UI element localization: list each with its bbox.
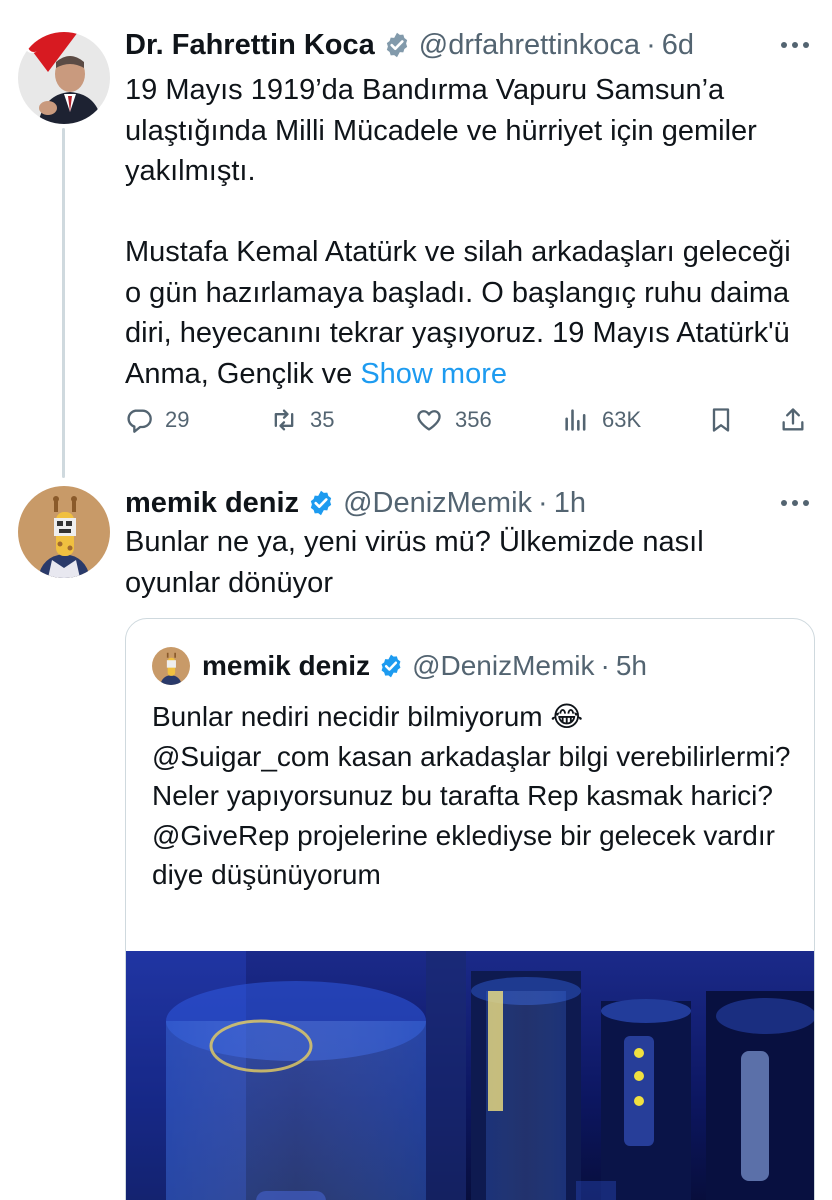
avatar xyxy=(152,647,190,685)
quoted-tweet[interactable]: memik deniz @DenizMemik · 5h Bunlar nedi… xyxy=(125,618,815,1200)
like-button[interactable]: 356 xyxy=(415,400,492,440)
author-handle[interactable]: @DenizMemik xyxy=(343,486,532,520)
tweet-header: Dr. Fahrettin Koca @drfahrettinkoca · 6d xyxy=(125,28,694,62)
tweet-memik-deniz[interactable]: memik deniz @DenizMemik · 1h Bunlar ne y… xyxy=(0,470,832,1200)
separator-dot: · xyxy=(600,650,610,681)
retweet-button[interactable]: 35 xyxy=(270,400,334,440)
author-name[interactable]: Dr. Fahrettin Koca xyxy=(125,28,375,62)
verified-badge-icon xyxy=(310,490,332,516)
tweet-header: memik deniz @DenizMemik · 1h xyxy=(125,486,586,520)
tweet-actions: 29 35 356 63K xyxy=(125,400,815,440)
tweet-paragraph: Mustafa Kemal Atatürk ve silah arkadaşla… xyxy=(125,232,805,394)
view-count: 63K xyxy=(602,407,642,432)
tweet-text: Bunlar ne ya, yeni virüs mü? Ülkemizde n… xyxy=(125,526,704,599)
show-more-link[interactable]: Show more xyxy=(360,358,507,390)
tweet-fahrettin-koca[interactable]: Dr. Fahrettin Koca @drfahrettinkoca · 6d… xyxy=(0,0,832,470)
like-count: 356 xyxy=(455,407,492,432)
views-button[interactable]: 63K xyxy=(562,400,641,440)
verified-badge-icon xyxy=(381,654,401,678)
reply-count: 29 xyxy=(165,407,190,432)
heart-icon xyxy=(417,410,441,431)
separator-dot: · xyxy=(646,29,656,61)
timestamp[interactable]: 1h xyxy=(554,486,586,520)
quoted-tweet-image[interactable] xyxy=(126,951,814,1200)
author-name[interactable]: memik deniz xyxy=(125,486,299,520)
verified-badge-icon xyxy=(386,32,407,58)
bookmark-icon xyxy=(712,408,730,432)
timestamp[interactable]: 6d xyxy=(662,28,694,62)
retweet-icon xyxy=(274,409,294,431)
share-button[interactable] xyxy=(779,400,807,440)
quoted-tweet-text: Bunlar nediri necidir bilmiyorum 😂 @Suig… xyxy=(152,701,791,890)
author-name: memik deniz xyxy=(202,650,371,681)
more-options-icon[interactable] xyxy=(780,40,810,50)
avatar[interactable] xyxy=(18,32,110,124)
views-icon xyxy=(565,409,586,431)
separator-dot: · xyxy=(538,487,548,519)
reply-button[interactable]: 29 xyxy=(125,400,189,440)
tweet-paragraph: 19 Mayıs 1919’da Bandırma Vapuru Samsun’… xyxy=(125,74,757,187)
author-handle[interactable]: @drfahrettinkoca xyxy=(419,28,640,62)
quoted-tweet-header: memik deniz @DenizMemik · 5h xyxy=(152,647,647,685)
tweet-text: 19 Mayıs 1919’da Bandırma Vapuru Samsun’… xyxy=(125,70,805,394)
author-handle: @DenizMemik xyxy=(412,650,595,681)
retweet-count: 35 xyxy=(310,407,335,432)
bookmark-button[interactable] xyxy=(707,400,735,440)
avatar[interactable] xyxy=(18,486,110,578)
reply-icon xyxy=(127,409,152,433)
timestamp: 5h xyxy=(615,650,647,681)
share-icon xyxy=(782,408,804,431)
more-options-icon[interactable] xyxy=(780,498,810,508)
